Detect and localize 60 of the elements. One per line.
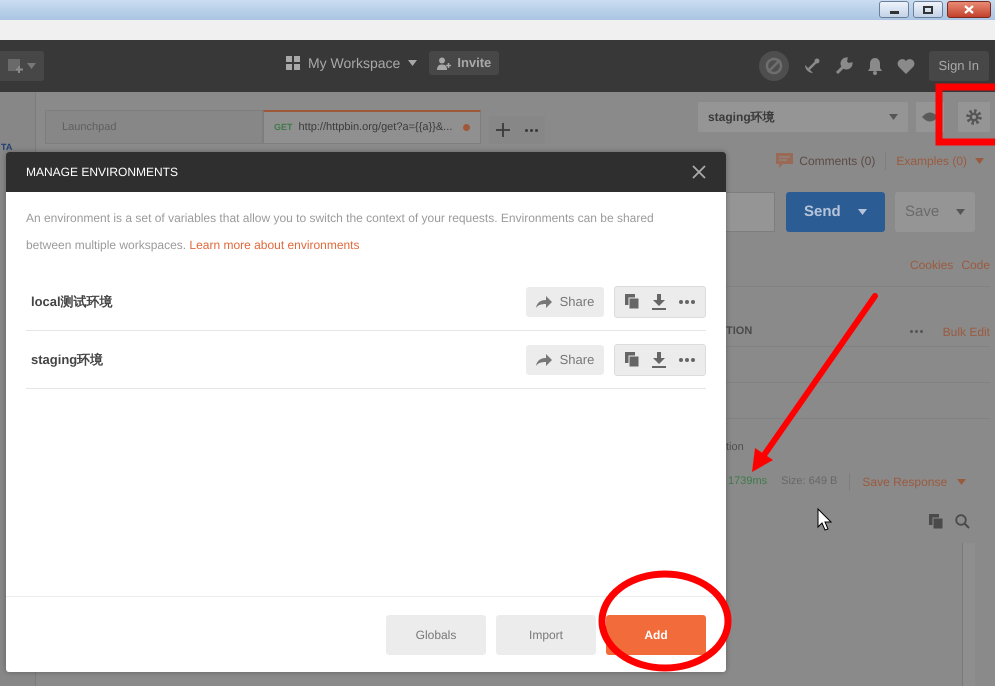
comment-icon: [776, 153, 794, 169]
new-button[interactable]: [0, 51, 44, 81]
share-arrow-icon: [536, 296, 552, 308]
more-icon[interactable]: [678, 300, 695, 304]
learn-more-link[interactable]: Learn more about environments: [189, 238, 360, 252]
download-icon[interactable]: [652, 294, 666, 310]
close-icon: [692, 165, 706, 179]
copy-icon[interactable]: [625, 352, 640, 367]
copy-icon[interactable]: [929, 514, 943, 528]
cursor-icon: [818, 508, 832, 531]
settings-button[interactable]: [958, 102, 990, 132]
response-time: 1739ms: [728, 474, 768, 490]
placeholder-text: tion: [726, 440, 745, 455]
plus-icon: [496, 123, 510, 137]
caret-icon: [408, 60, 418, 66]
share-button[interactable]: Share: [526, 286, 604, 316]
minimize-button[interactable]: [879, 1, 909, 18]
caret-icon: [858, 209, 867, 215]
add-window-icon: [8, 59, 24, 73]
heart-icon[interactable]: [896, 58, 915, 74]
add-user-icon: [437, 56, 452, 70]
secondary-button[interactable]: Import: [496, 614, 596, 654]
caret-icon: [889, 114, 898, 120]
close-icon: [964, 5, 974, 14]
invite-button[interactable]: Invite: [429, 51, 500, 75]
request-tab[interactable]: GET http://httpbin.org/get?a={{a}}&...: [263, 110, 481, 144]
environment-name[interactable]: staging环境: [26, 350, 104, 370]
send-button[interactable]: Send: [786, 192, 885, 232]
close-button[interactable]: [692, 165, 706, 179]
workspace-menu[interactable]: My Workspace: [286, 52, 418, 74]
copy-icon[interactable]: [625, 294, 640, 309]
share-arrow-icon: [536, 354, 552, 366]
secondary-button[interactable]: Globals: [386, 614, 486, 654]
highlight-box: [936, 84, 995, 146]
environment-name[interactable]: local测试环境: [26, 292, 113, 312]
sign-in-button[interactable]: Sign In: [928, 51, 989, 81]
dialog-title: MANAGE ENVIRONMENTS: [26, 164, 178, 181]
caret-icon: [957, 478, 966, 484]
sidebar-text: TA: [1, 141, 12, 154]
settings-icon: [965, 108, 983, 126]
method-label: GET: [274, 120, 293, 134]
caret-icon: [975, 158, 984, 164]
column-header: TION: [726, 324, 752, 340]
caret-icon: [27, 63, 36, 69]
grid-icon: [286, 56, 300, 70]
close-button[interactable]: [947, 1, 991, 18]
description-text: An environment is a set of variables that allow you to switch the context of your requests. Environments can be shared between multiple workspaces. Learn more about environments: [25, 210, 655, 254]
maximize-button[interactable]: [913, 1, 943, 18]
tab-label: http://httpbin.org/get?a={{a}}&...: [298, 120, 452, 136]
more-icon[interactable]: [678, 358, 695, 362]
bell-icon[interactable]: [866, 57, 883, 75]
wrench-icon[interactable]: [834, 57, 853, 75]
environment-select[interactable]: staging环境: [698, 102, 908, 132]
eye-icon: [922, 112, 938, 122]
share-button[interactable]: Share: [526, 344, 604, 374]
add-button[interactable]: Add: [606, 614, 706, 654]
caret-icon: [956, 209, 965, 215]
search-icon[interactable]: [955, 514, 970, 528]
comments-link[interactable]: Comments (0): [776, 152, 876, 170]
download-icon[interactable]: [652, 352, 666, 368]
